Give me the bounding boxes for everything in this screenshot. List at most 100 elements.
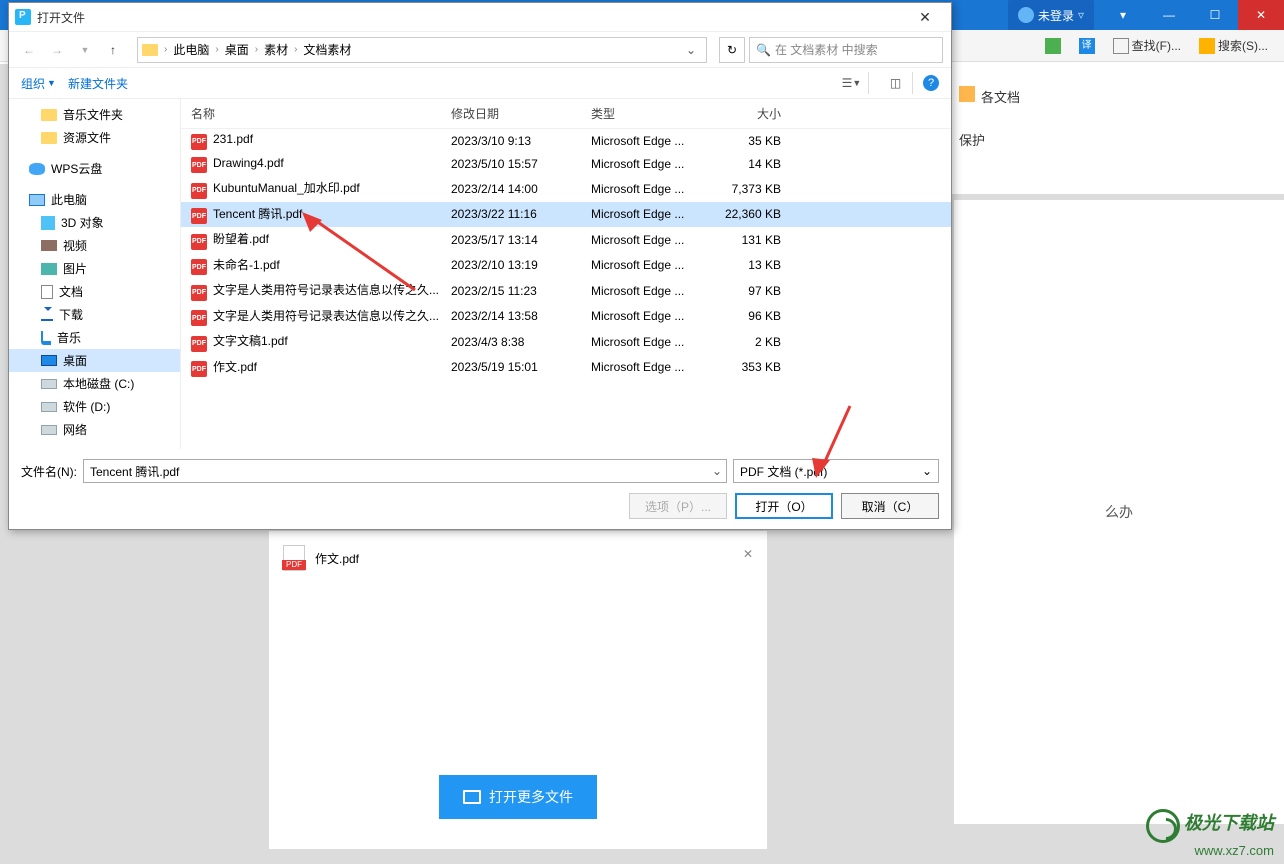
- file-type: Microsoft Edge ...: [591, 157, 711, 171]
- window-maximize-button[interactable]: ☐: [1192, 0, 1238, 30]
- doc-icon: [41, 285, 53, 299]
- cancel-button[interactable]: 取消（C）: [841, 493, 939, 519]
- file-size: 14 KB: [711, 157, 781, 171]
- tree-item[interactable]: 文档: [9, 280, 180, 303]
- column-type[interactable]: 类型: [591, 105, 711, 122]
- tree-item[interactable]: 本地磁盘 (C:): [9, 372, 180, 395]
- breadcrumb-item[interactable]: 此电脑: [169, 41, 213, 58]
- file-row[interactable]: PDF文字是人类用符号记录表达信息以传之久...2023/2/14 13:58M…: [181, 304, 951, 330]
- pdf-icon: PDF: [191, 183, 207, 199]
- nav-up-button[interactable]: ↑: [101, 38, 125, 62]
- watermark-url: www.xz7.com: [1146, 843, 1274, 858]
- folder-icon: [142, 44, 158, 56]
- toolbar-fit-icon[interactable]: [1039, 34, 1067, 58]
- tree-item[interactable]: 资源文件: [9, 126, 180, 149]
- toolbar-translate-icon[interactable]: 译: [1073, 34, 1101, 58]
- tree-item[interactable]: 图片: [9, 257, 180, 280]
- file-name: KubuntuManual_加水印.pdf: [213, 181, 360, 195]
- file-row[interactable]: PDFDrawing4.pdf2023/5/10 15:57Microsoft …: [181, 153, 951, 177]
- breadcrumb-bar[interactable]: › 此电脑 › 桌面 › 素材 › 文档素材 ⌄: [137, 37, 707, 63]
- watermark-logo-icon: [1146, 809, 1180, 843]
- search-input[interactable]: 🔍 在 文档素材 中搜索: [749, 37, 943, 63]
- toolbar-find-button[interactable]: 查找(F)...: [1107, 34, 1187, 58]
- file-row[interactable]: PDFTencent 腾讯.pdf2023/3/22 11:16Microsof…: [181, 202, 951, 228]
- file-size: 131 KB: [711, 233, 781, 247]
- breadcrumb-item[interactable]: 素材: [260, 41, 292, 58]
- file-row[interactable]: PDF盼望着.pdf2023/5/17 13:14Microsoft Edge …: [181, 227, 951, 253]
- address-dropdown-icon[interactable]: ⌄: [680, 43, 702, 57]
- tree-item[interactable]: 下载: [9, 303, 180, 326]
- chevron-down-icon[interactable]: ⌄: [712, 464, 722, 478]
- cloud-icon: [29, 163, 45, 175]
- file-row[interactable]: PDF文字是人类用符号记录表达信息以传之久...2023/2/15 11:23M…: [181, 278, 951, 304]
- search-icon: 🔍: [756, 43, 771, 57]
- tree-item[interactable]: 视频: [9, 234, 180, 257]
- refresh-button[interactable]: ↻: [719, 37, 745, 63]
- file-row[interactable]: PDF作文.pdf2023/5/19 15:01Microsoft Edge .…: [181, 355, 951, 381]
- file-row[interactable]: PDF未命名-1.pdf2023/2/10 13:19Microsoft Edg…: [181, 253, 951, 279]
- close-icon[interactable]: ✕: [743, 547, 753, 561]
- help-icon[interactable]: ?: [923, 75, 939, 91]
- search-placeholder: 在 文档素材 中搜索: [775, 41, 878, 58]
- file-type-filter[interactable]: PDF 文档 (*.pdf) ⌄: [733, 459, 939, 483]
- tree-item[interactable]: 3D 对象: [9, 211, 180, 234]
- file-row[interactable]: PDFKubuntuManual_加水印.pdf2023/2/14 14:00M…: [181, 176, 951, 202]
- tree-item[interactable]: 音乐文件夹: [9, 103, 180, 126]
- options-button[interactable]: 选项（P）...: [629, 493, 727, 519]
- tree-item-label: 资源文件: [63, 129, 111, 146]
- file-list-header[interactable]: 名称 修改日期 类型 大小: [181, 99, 951, 129]
- window-minimize-button[interactable]: —: [1146, 0, 1192, 30]
- tree-item[interactable]: 音乐: [9, 326, 180, 349]
- open-more-files-button[interactable]: 打开更多文件: [439, 775, 597, 819]
- filename-input[interactable]: Tencent 腾讯.pdf ⌄: [83, 459, 727, 483]
- window-close-button[interactable]: ✕: [1238, 0, 1284, 30]
- filter-value: PDF 文档 (*.pdf): [740, 463, 827, 480]
- tree-item[interactable]: 网络: [9, 418, 180, 441]
- folder-tree[interactable]: 音乐文件夹资源文件 WPS云盘此电脑3D 对象视频图片文档下载音乐桌面本地磁盘 (…: [9, 99, 181, 449]
- nav-forward-button[interactable]: →: [45, 38, 69, 62]
- folder-icon: [41, 132, 57, 144]
- dialog-close-button[interactable]: ✕: [905, 3, 945, 31]
- breadcrumb-item[interactable]: 文档素材: [299, 41, 355, 58]
- right-side-panel: 各文档 保护: [944, 64, 1284, 194]
- file-type: Microsoft Edge ...: [591, 258, 711, 272]
- file-list-area: 名称 修改日期 类型 大小 PDF231.pdf2023/3/10 9:13Mi…: [181, 99, 951, 449]
- right-help-panel: 么办: [954, 200, 1284, 824]
- file-row[interactable]: PDF231.pdf2023/3/10 9:13Microsoft Edge .…: [181, 129, 951, 153]
- preview-pane-button[interactable]: ◫: [879, 72, 913, 94]
- login-button[interactable]: 未登录 ▿: [1008, 0, 1094, 30]
- organize-menu[interactable]: 组织 ▼: [21, 75, 56, 92]
- tree-item[interactable]: 桌面: [9, 349, 180, 372]
- tree-item-label: 文档: [59, 283, 83, 300]
- toolbar-search-button[interactable]: 搜索(S)...: [1193, 34, 1274, 58]
- file-date: 2023/2/14 14:00: [451, 182, 591, 196]
- tree-item[interactable]: 软件 (D:): [9, 395, 180, 418]
- nav-back-button[interactable]: ←: [17, 38, 41, 62]
- breadcrumb-item[interactable]: 桌面: [221, 41, 253, 58]
- open-button[interactable]: 打开（O）: [735, 493, 833, 519]
- file-date: 2023/3/10 9:13: [451, 134, 591, 148]
- file-row[interactable]: PDF文字文稿1.pdf2023/4/3 8:38Microsoft Edge …: [181, 329, 951, 355]
- tree-item[interactable]: WPS云盘: [9, 157, 180, 180]
- dl-icon: [41, 309, 53, 321]
- nav-recent-dropdown[interactable]: ▼: [73, 38, 97, 62]
- window-dropdown-button[interactable]: ▾: [1100, 0, 1146, 30]
- tree-item[interactable]: 此电脑: [9, 188, 180, 211]
- new-folder-button[interactable]: 新建文件夹: [68, 75, 128, 92]
- view-mode-button[interactable]: ☰ ▼: [835, 72, 869, 94]
- file-type: Microsoft Edge ...: [591, 360, 711, 374]
- filename-value: Tencent 腾讯.pdf: [90, 463, 179, 480]
- chevron-right-icon: ›: [164, 44, 167, 55]
- column-name[interactable]: 名称: [191, 105, 451, 122]
- column-size[interactable]: 大小: [711, 105, 781, 122]
- pdf-icon: PDF: [191, 336, 207, 352]
- column-date[interactable]: 修改日期: [451, 105, 591, 122]
- pdf-icon: PDF: [191, 285, 207, 301]
- file-size: 7,373 KB: [711, 182, 781, 196]
- file-date: 2023/5/17 13:14: [451, 233, 591, 247]
- file-date: 2023/5/10 15:57: [451, 157, 591, 171]
- file-size: 22,360 KB: [711, 207, 781, 221]
- chevron-down-icon: ▼: [47, 78, 56, 88]
- tree-item-label: 网络: [63, 421, 87, 438]
- chevron-right-icon: ›: [294, 44, 297, 55]
